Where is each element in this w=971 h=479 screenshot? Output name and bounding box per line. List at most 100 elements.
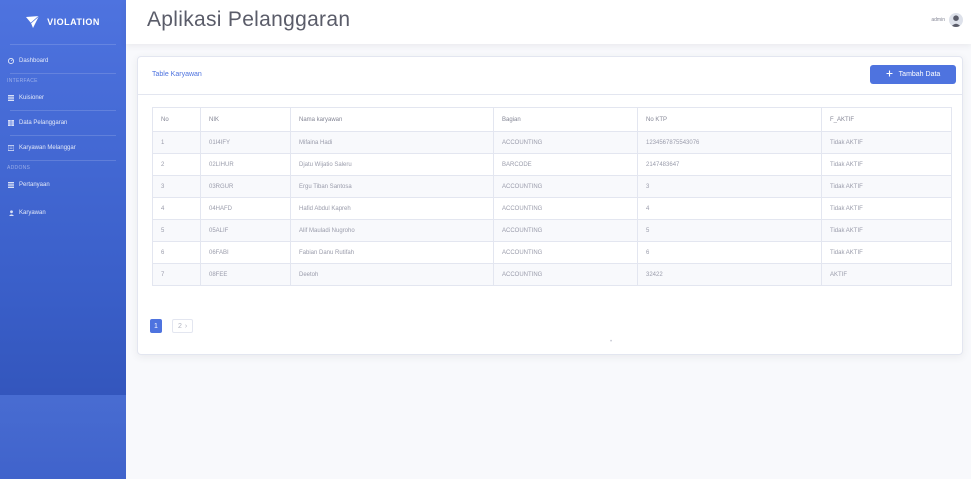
column-header-no-ktp[interactable]: No KTP (637, 107, 822, 132)
sidebar-item-karyawan[interactable]: Karyawan (0, 201, 126, 225)
user-name: admin (931, 17, 945, 23)
table-cell: 32422 (637, 263, 822, 286)
page-title: Aplikasi Pelanggaran (147, 8, 351, 31)
table-row: 2 02LIHUR Djatu Wijatio Saleru BARCODE 2… (152, 153, 952, 176)
table-cell: ACCOUNTING (493, 219, 638, 242)
table-cell: Djatu Wijatio Saleru (290, 153, 494, 176)
table-cell: ACCOUNTING (493, 197, 638, 220)
card-header: Table Karyawan Tambah Data (138, 57, 962, 95)
table-cell: 2 (152, 153, 201, 176)
sidebar: VIOLATION Dashboard INTERFACE Kuisioner … (0, 0, 126, 479)
plus-icon (886, 70, 893, 79)
table-header-row: No NIK Nama karyawan Bagian No KTP F_AKT… (152, 107, 952, 132)
table-icon (7, 120, 15, 126)
question-icon (7, 182, 15, 188)
table-cell: 3 (152, 175, 201, 198)
table-cell: 1 (152, 131, 201, 154)
sidebar-heading: INTERFACE (7, 78, 38, 84)
add-data-label: Tambah Data (898, 71, 941, 78)
table-cell: 7 (152, 263, 201, 286)
list-icon (7, 95, 15, 101)
table-cell: Tidak AKTIF (821, 241, 952, 264)
table-cell: 1234567875543076 (637, 131, 822, 154)
table-cell: Hafid Abdul Kapreh (290, 197, 494, 220)
column-header-f-aktif[interactable]: F_AKTIF (821, 107, 952, 132)
topbar: Aplikasi Pelanggaran admin (126, 0, 971, 44)
table-cell: 5 (152, 219, 201, 242)
users-icon (7, 210, 15, 216)
karyawan-table: No NIK Nama karyawan Bagian No KTP F_AKT… (152, 107, 952, 286)
table-cell: 2147483647 (637, 153, 822, 176)
table-cell: ACCOUNTING (493, 131, 638, 154)
table-cell: Tidak AKTIF (821, 219, 952, 242)
table-row: 3 03RGUR Ergu Tiban Santosa ACCOUNTING 3… (152, 175, 952, 198)
table-cell: Tidak AKTIF (821, 175, 952, 198)
table-cell: 6 (152, 241, 201, 264)
sidebar-item-pertanyaan[interactable]: Pertanyaan (0, 173, 126, 197)
table-cell: 03RGUR (200, 175, 291, 198)
column-header-no[interactable]: No (152, 107, 201, 132)
table-cell: Alif Mauladi Nugroho (290, 219, 494, 242)
table-cell: 4 (637, 197, 822, 220)
brand[interactable]: VIOLATION (0, 0, 126, 44)
table-cell: AKTIF (821, 263, 952, 286)
column-header-nik[interactable]: NIK (200, 107, 291, 132)
sidebar-item-label: Pertanyaan (19, 182, 50, 188)
table-cell: 06FABI (200, 241, 291, 264)
avatar (949, 13, 963, 27)
table-row: 4 04HAFD Hafid Abdul Kapreh ACCOUNTING 4… (152, 197, 952, 220)
sidebar-divider (10, 44, 116, 45)
dashboard-icon (7, 58, 15, 64)
table-cell: ACCOUNTING (493, 241, 638, 264)
page-number: 2 (178, 322, 182, 330)
sidebar-item-label: Kuisioner (19, 95, 45, 101)
decorative-dot: • (610, 339, 613, 345)
column-header-bagian[interactable]: Bagian (493, 107, 638, 132)
sidebar-item-label: Karyawan (19, 210, 46, 216)
table-cell: ACCOUNTING (493, 263, 638, 286)
user-list-icon (7, 145, 15, 151)
table-cell: Tidak AKTIF (821, 153, 952, 176)
table-row: 6 06FABI Fabian Danu Rutifah ACCOUNTING … (152, 241, 952, 264)
table-cell: 3 (637, 175, 822, 198)
sidebar-item-dashboard[interactable]: Dashboard (0, 49, 126, 73)
sidebar-footer (0, 395, 126, 479)
brand-name: VIOLATION (47, 17, 100, 27)
table-cell: Ergu Tiban Santosa (290, 175, 494, 198)
table-cell: BARCODE (493, 153, 638, 176)
table-cell: 02LIHUR (200, 153, 291, 176)
table-cell: Fabian Danu Rutifah (290, 241, 494, 264)
chevron-right-icon: › (184, 322, 188, 330)
page-button-2[interactable]: 2 › (172, 319, 194, 333)
table-cell: Deetoh (290, 263, 494, 286)
sidebar-item-label: Karyawan Melanggar (19, 145, 76, 151)
sidebar-item-label: Dashboard (19, 58, 49, 64)
sidebar-item-kuisioner[interactable]: Kuisioner (0, 86, 126, 110)
table-cell: 08FEE (200, 263, 291, 286)
paper-plane-icon (26, 16, 40, 28)
sidebar-item-label: Data Pelanggaran (19, 120, 68, 126)
user-menu[interactable]: admin (931, 13, 963, 27)
pagination: 1 2 › (150, 319, 194, 333)
table-row: 1 01I4IFY Mifaina Hadi ACCOUNTING 123456… (152, 131, 952, 154)
add-data-button[interactable]: Tambah Data (870, 65, 956, 84)
sidebar-item-karyawan-melanggar[interactable]: Karyawan Melanggar (0, 136, 126, 160)
sidebar-item-data-pelanggaran[interactable]: Data Pelanggaran (0, 111, 126, 135)
table-cell: 01I4IFY (200, 131, 291, 154)
sidebar-heading: ADDONS (7, 165, 31, 171)
table-cell: 4 (152, 197, 201, 220)
page-button-1[interactable]: 1 (150, 319, 162, 333)
table-cell: Tidak AKTIF (821, 197, 952, 220)
column-header-nama[interactable]: Nama karyawan (290, 107, 494, 132)
table-cell: 04HAFD (200, 197, 291, 220)
table-cell: Mifaina Hadi (290, 131, 494, 154)
table-cell: ACCOUNTING (493, 175, 638, 198)
table-row: 7 08FEE Deetoh ACCOUNTING 32422 AKTIF (152, 263, 952, 286)
table-row: 5 05ALIF Alif Mauladi Nugroho ACCOUNTING… (152, 219, 952, 242)
table-cell: 5 (637, 219, 822, 242)
karyawan-card: Table Karyawan Tambah Data No NIK Nama k… (137, 56, 963, 355)
card-title: Table Karyawan (152, 71, 202, 78)
table-cell: 6 (637, 241, 822, 264)
table-cell: 05ALIF (200, 219, 291, 242)
table-cell: Tidak AKTIF (821, 131, 952, 154)
